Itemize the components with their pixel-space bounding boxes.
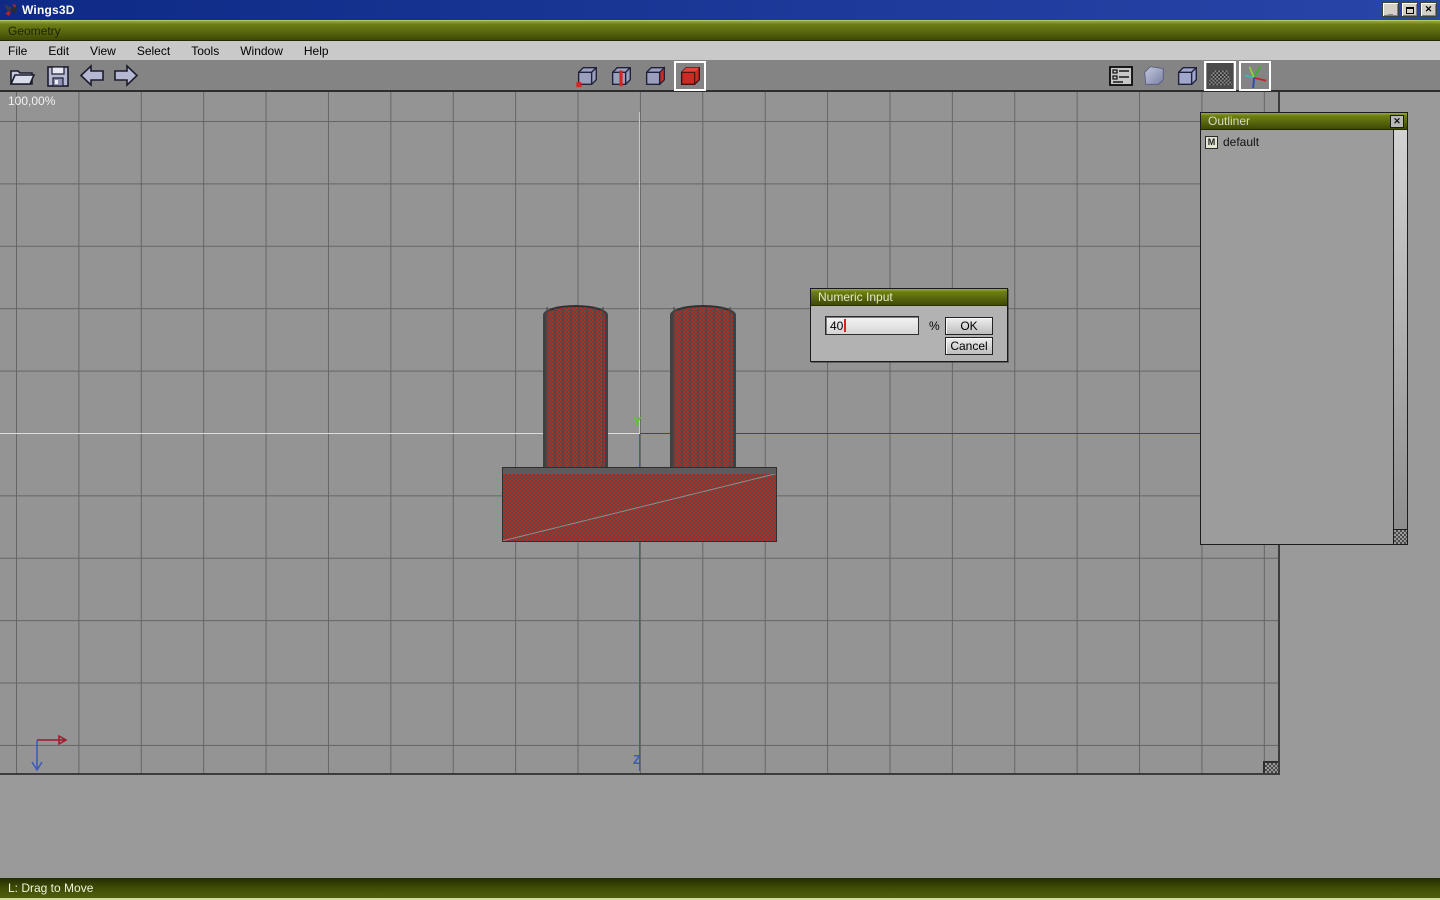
- material-icon: M: [1205, 136, 1218, 149]
- axis-y-line: [639, 112, 640, 433]
- menu-select[interactable]: Select: [137, 44, 170, 58]
- wireframe-cube-icon[interactable]: [1173, 63, 1201, 89]
- back-arrow-icon[interactable]: [78, 63, 106, 89]
- wings3d-logo-icon: [3, 3, 18, 17]
- restore-icon: [1406, 7, 1414, 14]
- geometry-window-title: Geometry: [0, 24, 61, 38]
- window-title: Wings3D: [22, 3, 75, 17]
- axis-z-label: Z: [633, 752, 641, 767]
- workspace: 100,00% Y Z Outliner ✕ M default: [0, 92, 1440, 878]
- smooth-shading-icon[interactable]: [1140, 63, 1168, 89]
- outliner-window[interactable]: Outliner ✕ M default: [1200, 112, 1408, 545]
- outliner-title: Outliner: [1201, 114, 1250, 128]
- minimize-button[interactable]: _: [1382, 2, 1399, 17]
- cylinder-shading: [673, 307, 733, 471]
- viewport-resize-grip[interactable]: [1263, 761, 1278, 773]
- vertex-select-mode-icon[interactable]: [573, 63, 601, 89]
- outliner-resize-grip[interactable]: [1393, 529, 1407, 544]
- zoom-level-label: 100,00%: [8, 94, 55, 108]
- model-cylinder-right[interactable]: [670, 305, 736, 471]
- menu-file[interactable]: File: [8, 44, 27, 58]
- geometry-viewport[interactable]: 100,00% Y Z: [0, 92, 1280, 775]
- dialog-titlebar[interactable]: Numeric Input: [811, 289, 1007, 306]
- axes-icon[interactable]: [1241, 63, 1269, 89]
- menu-help[interactable]: Help: [304, 44, 329, 58]
- toolbar: [0, 60, 1440, 92]
- outliner-item-label: default: [1223, 135, 1259, 149]
- model-base-box[interactable]: [502, 467, 777, 542]
- unit-label: %: [929, 319, 940, 333]
- save-icon[interactable]: [44, 63, 72, 89]
- mini-axes-indicator: [28, 730, 88, 775]
- ok-button[interactable]: OK: [945, 317, 993, 335]
- status-bar: L: Drag to Move: [0, 878, 1440, 900]
- menu-window[interactable]: Window: [240, 44, 283, 58]
- model-cylinder-left[interactable]: [543, 305, 608, 471]
- outliner-close-button[interactable]: ✕: [1390, 115, 1404, 128]
- edge-select-mode-icon[interactable]: [607, 63, 635, 89]
- numeric-input-dialog[interactable]: Numeric Input 40 % OK Cancel: [810, 288, 1008, 362]
- open-folder-icon[interactable]: [8, 63, 36, 89]
- axis-y-label: Y: [633, 414, 642, 429]
- outliner-titlebar[interactable]: Outliner ✕: [1201, 113, 1407, 130]
- cylinder-shading: [546, 307, 605, 471]
- body-select-mode-icon[interactable]: [676, 63, 704, 89]
- restore-button[interactable]: [1401, 2, 1418, 17]
- forward-arrow-icon[interactable]: [112, 63, 140, 89]
- close-button[interactable]: ✕: [1420, 2, 1437, 17]
- base-box-diagonal-edge: [503, 474, 776, 541]
- face-select-mode-icon[interactable]: [641, 63, 669, 89]
- status-text: L: Drag to Move: [0, 881, 93, 895]
- windows-dialog-icon[interactable]: [1107, 63, 1135, 89]
- ground-plane-icon[interactable]: [1206, 63, 1234, 89]
- outliner-item-default[interactable]: M default: [1205, 135, 1259, 149]
- geometry-window-header[interactable]: Geometry: [0, 20, 1440, 41]
- numeric-input-value: 40: [830, 319, 843, 333]
- titlebar[interactable]: Wings3D _ ✕: [0, 0, 1440, 20]
- menu-view[interactable]: View: [90, 44, 116, 58]
- text-cursor: [844, 319, 846, 332]
- dialog-title: Numeric Input: [811, 290, 893, 304]
- menu-tools[interactable]: Tools: [191, 44, 219, 58]
- cancel-button[interactable]: Cancel: [945, 337, 993, 355]
- menu-bar: File Edit View Select Tools Window Help: [0, 41, 1440, 60]
- numeric-input-field[interactable]: 40: [825, 316, 919, 335]
- outliner-scrollbar[interactable]: [1393, 130, 1407, 529]
- menu-edit[interactable]: Edit: [48, 44, 69, 58]
